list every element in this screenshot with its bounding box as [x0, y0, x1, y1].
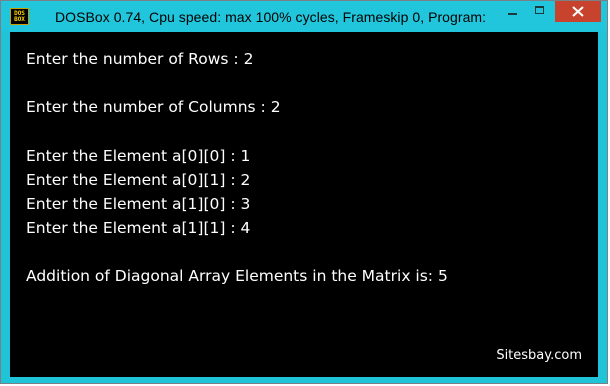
maximize-button[interactable] [526, 1, 553, 22]
dosbox-icon[interactable]: DOS BOX [10, 8, 29, 25]
console-line: Enter the number of Columns : 2 [26, 98, 281, 116]
console-line: Enter the Element a[1][1] : 4 [26, 219, 251, 237]
watermark-text: Sitesbay.com [496, 348, 582, 363]
console-output[interactable]: Enter the number of Rows : 2 Enter the n… [10, 32, 598, 377]
console-line: Enter the number of Rows : 2 [26, 50, 254, 68]
console-line: Enter the Element a[0][1] : 2 [26, 171, 251, 189]
minimize-button[interactable] [499, 1, 526, 22]
console-line: Enter the Element a[1][0] : 3 [26, 195, 251, 213]
window-title: DOSBox 0.74, Cpu speed: max 100% cycles,… [55, 9, 487, 25]
icon-text-bottom: BOX [14, 15, 25, 23]
console-line: Enter the Element a[0][0] : 1 [26, 147, 251, 165]
console-line: Addition of Diagonal Array Elements in t… [26, 267, 448, 285]
dosbox-window: DOS BOX DOSBox 0.74, Cpu speed: max 100%… [0, 0, 608, 384]
close-button[interactable] [555, 1, 601, 22]
close-icon [572, 6, 584, 17]
title-bar[interactable]: DOS BOX DOSBox 0.74, Cpu speed: max 100%… [1, 1, 607, 31]
